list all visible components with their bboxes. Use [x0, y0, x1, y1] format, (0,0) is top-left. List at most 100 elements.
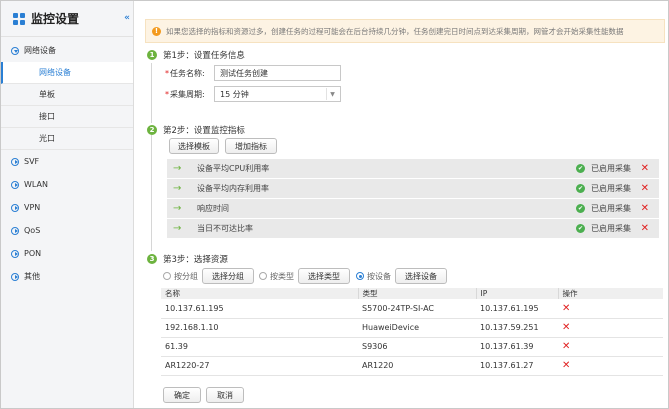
delete-icon[interactable]: ✕ [641, 163, 649, 174]
sidebar: 监控设置 « 网络设备 网络设备 单板 接口 光口 SVF WLAN VPN Q… [1, 1, 134, 408]
arrow-right-icon: → [173, 163, 182, 174]
nav-group-pon[interactable]: PON [1, 242, 133, 265]
delete-icon[interactable]: ✕ [641, 183, 649, 194]
check-icon: ✔ [576, 224, 585, 233]
metric-status: ✔ 已启用采集 [576, 164, 631, 173]
nav-group-vpn[interactable]: VPN [1, 196, 133, 219]
nav-group-svf[interactable]: SVF [1, 150, 133, 173]
delete-icon[interactable]: ✕ [558, 337, 663, 357]
warning-icon: ! [152, 26, 161, 36]
col-ip: IP [476, 288, 559, 299]
step-number: 3 [147, 254, 157, 264]
metric-row: → 当日不可达比率 ✔ 已启用采集 ✕ [167, 219, 659, 238]
add-metric-button[interactable]: 增加指标 [225, 138, 277, 154]
period-label: 采集周期: [170, 89, 205, 99]
delete-icon[interactable]: ✕ [641, 203, 649, 214]
arrow-right-icon: → [173, 183, 182, 194]
sub-item-network-devices[interactable]: 网络设备 [1, 62, 133, 84]
sidebar-header: 监控设置 « [1, 1, 133, 37]
step-connector [151, 63, 152, 123]
expand-down-icon [11, 46, 19, 55]
nav-group-wlan[interactable]: WLAN [1, 173, 133, 196]
sub-item-boards[interactable]: 单板 [1, 84, 133, 106]
info-tip: ! 如果您选择的指标和资源过多，创建任务的过程可能会在后台持续几分钟，任务创建完… [145, 19, 665, 43]
metric-row: → 设备平均CPU利用率 ✔ 已启用采集 ✕ [167, 159, 659, 178]
metric-buttons: 选择模板 增加指标 [169, 138, 277, 154]
nav-group-label: 网络设备 [24, 46, 56, 55]
nav-group-network-devices[interactable]: 网络设备 [1, 39, 133, 62]
expand-right-icon [11, 226, 19, 235]
nav-group-other[interactable]: 其他 [1, 265, 133, 288]
main-content: ! 如果您选择的指标和资源过多，创建任务的过程可能会在后台持续几分钟，任务创建完… [135, 1, 668, 408]
step-number: 2 [147, 125, 157, 135]
table-row: 10.137.61.195 S5700-24TP-SI-AC 10.137.61… [161, 299, 663, 319]
step-title: 第1步：设置任务信息 [163, 51, 245, 61]
radio-by-group[interactable] [163, 272, 171, 280]
step-1-header: 1 第1步：设置任务信息 [147, 49, 245, 61]
period-row: * 采集周期: 15 分钟 ▼ [165, 86, 341, 102]
check-icon: ✔ [576, 184, 585, 193]
cancel-button[interactable]: 取消 [206, 387, 244, 403]
expand-right-icon [11, 272, 19, 281]
step-title: 第3步：选择资源 [163, 255, 228, 265]
step-connector [151, 135, 152, 251]
sidebar-title: 监控设置 [31, 12, 80, 26]
arrow-right-icon: → [173, 203, 182, 214]
metric-row: → 响应时间 ✔ 已启用采集 ✕ [167, 199, 659, 218]
expand-right-icon [11, 157, 19, 166]
col-action: 操作 [558, 288, 663, 299]
check-icon: ✔ [576, 164, 585, 173]
metric-list: → 设备平均CPU利用率 ✔ 已启用采集 ✕ → 设备平均内存利用率 ✔ 已启用采集… [167, 159, 659, 239]
radio-by-type[interactable] [259, 272, 267, 280]
metric-name: 设备平均CPU利用率 [197, 164, 270, 173]
metric-name: 响应时间 [197, 204, 229, 213]
col-type: 类型 [358, 288, 477, 299]
table-row: AR1220-27 AR1220 10.137.61.27 ✕ [161, 356, 663, 376]
step-2-header: 2 第2步：设置监控指标 [147, 124, 245, 136]
nav-group-qos[interactable]: QoS [1, 219, 133, 242]
metric-status: ✔ 已启用采集 [576, 224, 631, 233]
task-name-label: 任务名称: [170, 68, 205, 78]
metric-status: ✔ 已启用采集 [576, 184, 631, 193]
metric-name: 设备平均内存利用率 [197, 184, 269, 193]
resource-options: 按分组 选择分组 按类型 选择类型 按设备 选择设备 [163, 268, 447, 284]
delete-icon[interactable]: ✕ [558, 356, 663, 376]
select-device-button[interactable]: 选择设备 [395, 268, 447, 284]
expand-right-icon [11, 180, 19, 189]
expand-right-icon [11, 203, 19, 212]
col-name: 名称 [161, 288, 359, 299]
table-row: 192.168.1.10 HuaweiDevice 10.137.59.251 … [161, 318, 663, 338]
select-type-button[interactable]: 选择类型 [298, 268, 350, 284]
step-number: 1 [147, 50, 157, 60]
delete-icon[interactable]: ✕ [558, 299, 663, 319]
grid-logo-icon [13, 12, 25, 25]
select-group-button[interactable]: 选择分组 [202, 268, 254, 284]
tip-text: 如果您选择的指标和资源过多，创建任务的过程可能会在后台持续几分钟，任务创建完日时… [166, 26, 624, 36]
sub-item-optical-ports[interactable]: 光口 [1, 128, 133, 150]
delete-icon[interactable]: ✕ [558, 318, 663, 338]
period-select[interactable]: 15 分钟 ▼ [214, 86, 341, 102]
collapse-sidebar-icon[interactable]: « [124, 13, 130, 23]
radio-label: 按设备 [367, 271, 391, 281]
metric-name: 当日不可达比率 [197, 224, 253, 233]
step-3-header: 3 第3步：选择资源 [147, 253, 228, 265]
sub-item-interfaces[interactable]: 接口 [1, 106, 133, 128]
footer-buttons: 确定 取消 [163, 387, 244, 403]
metric-status: ✔ 已启用采集 [576, 204, 631, 213]
table-row: 61.39 S9306 10.137.61.39 ✕ [161, 337, 663, 357]
select-template-button[interactable]: 选择模板 [169, 138, 219, 154]
confirm-button[interactable]: 确定 [163, 387, 201, 403]
check-icon: ✔ [576, 204, 585, 213]
chevron-down-icon: ▼ [326, 88, 338, 100]
expand-right-icon [11, 249, 19, 258]
metric-row: → 设备平均内存利用率 ✔ 已启用采集 ✕ [167, 179, 659, 198]
radio-label: 按类型 [270, 271, 294, 281]
step-title: 第2步：设置监控指标 [163, 126, 245, 136]
task-name-input[interactable]: 测试任务创建 [214, 65, 341, 81]
radio-label: 按分组 [174, 271, 198, 281]
resource-table: 名称 类型 IP 操作 10.137.61.195 S5700-24TP-SI-… [161, 288, 663, 376]
radio-by-device[interactable] [356, 272, 364, 280]
delete-icon[interactable]: ✕ [641, 223, 649, 234]
task-name-row: * 任务名称: 测试任务创建 [165, 65, 341, 81]
arrow-right-icon: → [173, 223, 182, 234]
